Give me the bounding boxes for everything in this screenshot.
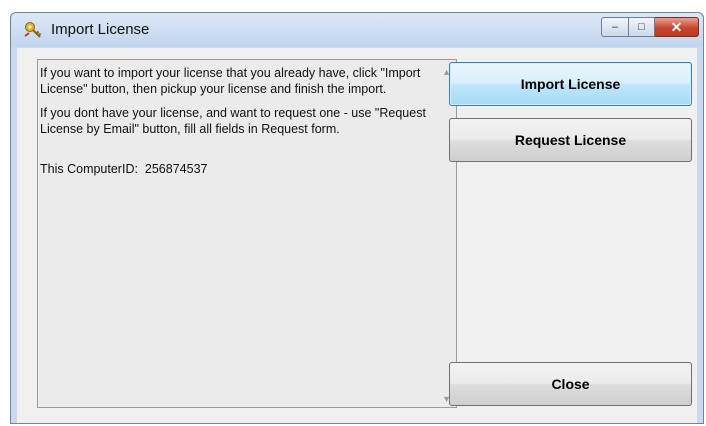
computer-id-line: This ComputerID: 256874537 [40,161,430,177]
close-icon: ✕ [670,18,683,35]
info-textbox[interactable]: If you want to import your license that … [37,59,457,408]
maximize-icon: □ [638,21,645,33]
import-license-button[interactable]: Import License [449,62,692,106]
import-license-window: Import License – □ ✕ If you want to impo… [10,12,704,424]
info-text: If you want to import your license that … [40,65,430,185]
computer-id-value: 256874537 [144,162,208,176]
close-button[interactable]: Close [449,362,692,406]
dialog-body: If you want to import your license that … [17,48,697,423]
computer-id-label: This ComputerID: [40,162,138,176]
request-license-button[interactable]: Request License [449,118,692,162]
info-paragraph-import: If you want to import your license that … [40,66,421,96]
minimize-button[interactable]: – [601,17,629,37]
window-title: Import License [51,21,150,38]
close-window-button[interactable]: ✕ [655,17,699,37]
maximize-button[interactable]: □ [629,17,655,37]
minimize-icon: – [611,21,619,33]
title-bar[interactable]: Import License – □ ✕ [11,13,703,47]
key-license-icon [24,22,42,38]
caption-buttons: – □ ✕ [601,17,699,39]
vertical-scrollbar[interactable]: ▲ ▼ [438,60,456,407]
info-paragraph-request: If you dont have your license, and want … [40,106,426,136]
